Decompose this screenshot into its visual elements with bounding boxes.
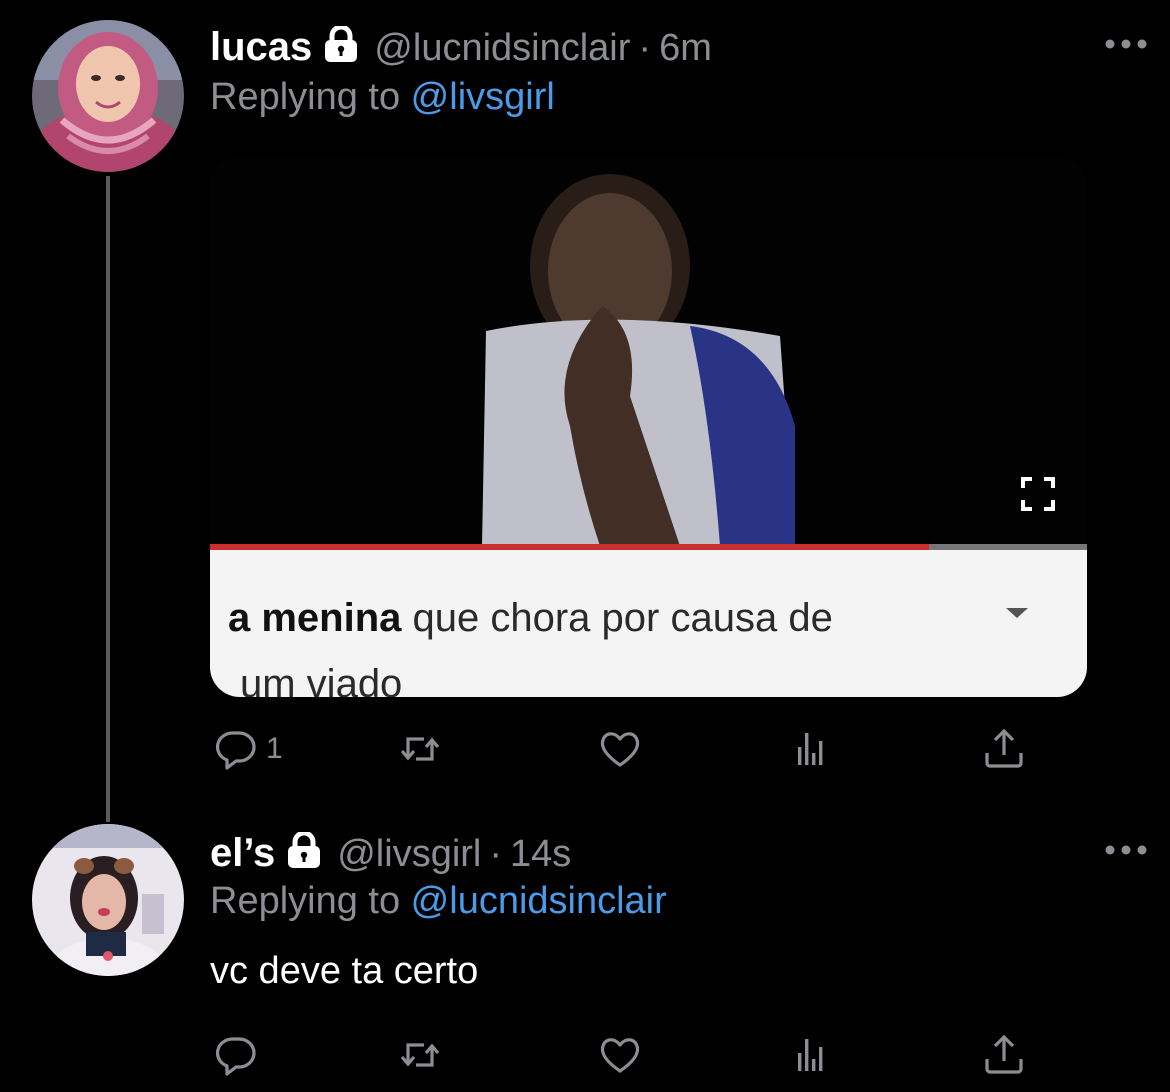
replying-to: Replying to @lucnidsinclair bbox=[210, 880, 667, 923]
tweet-lucas[interactable]: lucas @lucnidsinclair · 6m Replying to @… bbox=[0, 0, 1170, 820]
like-button[interactable] bbox=[598, 724, 642, 774]
media-caption-panel: a menina que chora por causa de um viado bbox=[210, 550, 1087, 697]
lock-icon bbox=[285, 832, 323, 870]
lock-icon bbox=[322, 26, 360, 64]
replying-to-link[interactable]: @livsgirl bbox=[411, 76, 555, 118]
timestamp[interactable]: 14s bbox=[510, 833, 571, 876]
tweet-header: lucas @lucnidsinclair · 6m bbox=[210, 22, 712, 70]
share-icon bbox=[982, 1033, 1026, 1077]
caption-line-1: a menina que chora por causa de bbox=[228, 596, 833, 641]
tweet-header: el’s @livsgirl · 14s bbox=[210, 828, 571, 876]
analytics-button[interactable] bbox=[790, 724, 834, 774]
tweet-actions bbox=[210, 1030, 1070, 1080]
share-icon bbox=[982, 727, 1026, 771]
reply-icon bbox=[214, 1033, 258, 1077]
caption-line-2: um viado bbox=[240, 662, 403, 697]
retweet-icon bbox=[398, 727, 442, 771]
retweet-icon bbox=[398, 1033, 442, 1077]
avatar[interactable] bbox=[32, 20, 184, 172]
caption-rest: que chora por causa de bbox=[401, 596, 833, 640]
replying-to-prefix: Replying to bbox=[210, 880, 411, 922]
like-button[interactable] bbox=[598, 1030, 642, 1080]
more-options-icon[interactable] bbox=[1104, 38, 1148, 50]
avatar[interactable] bbox=[32, 824, 184, 976]
reply-count: 1 bbox=[266, 732, 283, 765]
analytics-icon bbox=[790, 727, 834, 771]
caption-dropdown-icon bbox=[1006, 608, 1028, 618]
media-image bbox=[210, 156, 1087, 546]
reply-button[interactable]: 1 bbox=[214, 724, 283, 774]
reply-icon bbox=[214, 727, 258, 771]
tweet-text: vc deve ta certo bbox=[210, 950, 479, 992]
tweet-actions: 1 bbox=[210, 724, 1070, 774]
separator-dot: · bbox=[489, 833, 503, 875]
heart-icon bbox=[598, 727, 642, 771]
more-options-icon[interactable] bbox=[1104, 844, 1148, 856]
replying-to-prefix: Replying to bbox=[210, 76, 411, 118]
tweet-els[interactable]: el’s @livsgirl · 14s Replying to @lucnid… bbox=[0, 820, 1170, 1092]
share-button[interactable] bbox=[982, 1030, 1026, 1080]
tweet-media[interactable]: a menina que chora por causa de um viado bbox=[210, 156, 1087, 697]
share-button[interactable] bbox=[982, 724, 1026, 774]
user-handle[interactable]: @lucnidsinclair bbox=[374, 27, 630, 70]
user-handle[interactable]: @livsgirl bbox=[337, 833, 481, 876]
separator-dot: · bbox=[638, 27, 652, 69]
retweet-button[interactable] bbox=[398, 1030, 442, 1080]
display-name[interactable]: lucas bbox=[210, 25, 312, 70]
timestamp[interactable]: 6m bbox=[659, 27, 712, 70]
replying-to-link[interactable]: @lucnidsinclair bbox=[411, 880, 667, 922]
display-name[interactable]: el’s bbox=[210, 831, 275, 876]
caption-bold: a menina bbox=[228, 596, 402, 640]
analytics-icon bbox=[790, 1033, 834, 1077]
reply-button[interactable] bbox=[214, 1030, 258, 1080]
analytics-button[interactable] bbox=[790, 1030, 834, 1080]
retweet-button[interactable] bbox=[398, 724, 442, 774]
heart-icon bbox=[598, 1033, 642, 1077]
replying-to: Replying to @livsgirl bbox=[210, 76, 555, 119]
fullscreen-icon[interactable] bbox=[1020, 476, 1056, 512]
